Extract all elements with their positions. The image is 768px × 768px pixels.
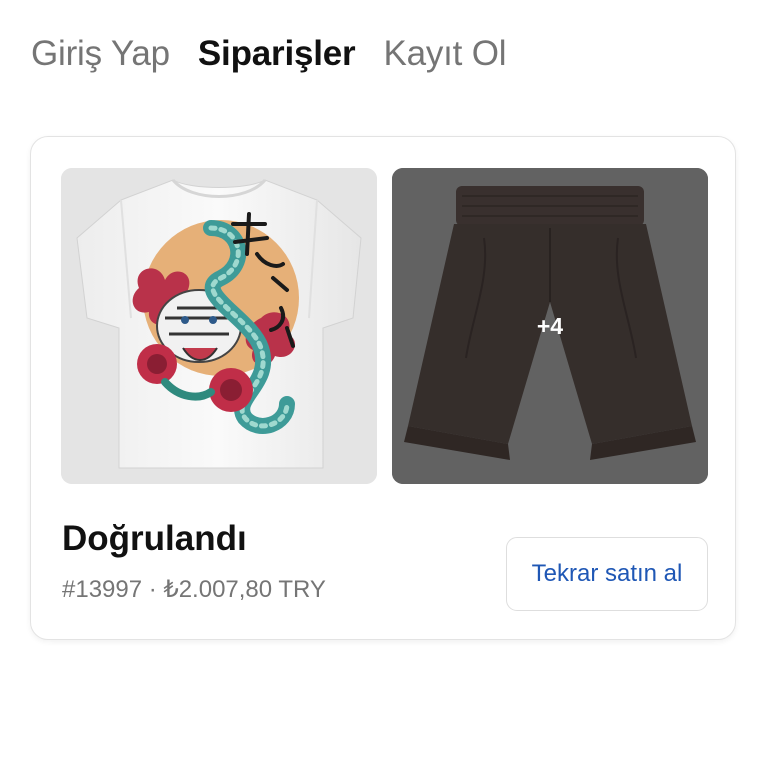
buy-again-button[interactable]: Tekrar satın al: [506, 537, 708, 611]
tab-register[interactable]: Kayıt Ol: [383, 30, 506, 78]
more-items-count: +4: [536, 312, 564, 339]
tab-orders[interactable]: Siparişler: [198, 30, 356, 78]
tab-login[interactable]: Giriş Yap: [31, 30, 170, 78]
order-status: Doğrulandı: [62, 519, 247, 558]
order-meta: #13997 · ₺2.007,80 TRY: [62, 573, 326, 607]
order-number: #13997: [62, 576, 143, 603]
tshirt-image: [61, 168, 377, 484]
meta-separator: ·: [148, 576, 157, 603]
product-thumbnail-tshirt[interactable]: [61, 168, 377, 484]
orders-page: Giriş Yap Siparişler Kayıt Ol +4 Doğrula…: [0, 0, 768, 768]
order-card[interactable]: +4 Doğrulandı #13997 · ₺2.007,80 TRY Tek…: [30, 136, 736, 640]
product-thumbnail-shorts[interactable]: +4: [392, 168, 708, 484]
order-total: ₺2.007,80 TRY: [163, 576, 326, 603]
top-tabs: Giriş Yap Siparişler Kayıt Ol: [31, 30, 507, 78]
